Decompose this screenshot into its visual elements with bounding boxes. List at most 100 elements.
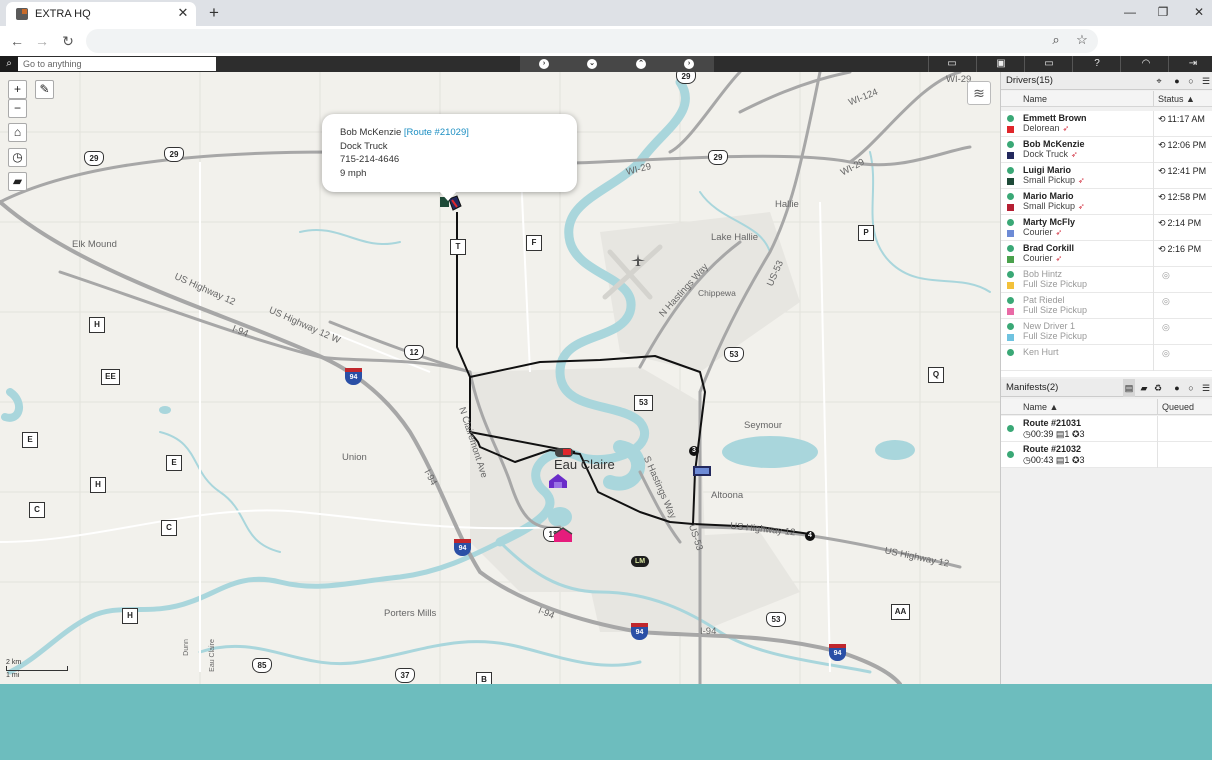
scale-km: 2 km: [6, 659, 22, 666]
zoom-in-button[interactable]: +: [8, 80, 27, 99]
road-shield-e-2: E: [166, 455, 182, 471]
driver-status: ⟲ 2:16 PM: [1153, 241, 1212, 267]
driver-row[interactable]: Emmett Brown Delorean ➶ ⟲ 11:17 AM: [1001, 111, 1212, 137]
back-button[interactable]: ←: [7, 31, 27, 51]
recycle-icon[interactable]: ♻: [1152, 379, 1164, 397]
forward-button[interactable]: →: [32, 31, 52, 51]
driver-vehicle: Full Size Pickup: [1023, 331, 1087, 341]
menu-icon[interactable]: ☰: [1200, 379, 1212, 397]
briefcase-icon[interactable]: ▣: [988, 56, 1014, 72]
label-lake-hallie: Lake Hallie: [711, 232, 758, 243]
new-tab-button[interactable]: +: [204, 3, 224, 23]
layers-icon[interactable]: ≋: [967, 81, 991, 105]
truck-marker-icon[interactable]: [692, 465, 712, 478]
driver-row[interactable]: Bob McKenzie Dock Truck ➶ ⟲ 12:06 PM: [1001, 137, 1212, 163]
truck-filter-icon[interactable]: ▰: [1138, 379, 1150, 397]
edit-pencil-icon[interactable]: ✎: [35, 80, 54, 99]
driver-status: ◎: [1153, 345, 1212, 371]
user-status-icon: ◎: [1162, 322, 1170, 332]
navigation-arrow-icon: ➶: [1071, 150, 1078, 159]
driver-row[interactable]: Mario Mario Small Pickup ➶ ⟲ 12:58 PM: [1001, 189, 1212, 215]
driver-color-swatch: [1007, 204, 1014, 211]
truck-icon[interactable]: ▰: [8, 172, 27, 191]
home-depot-icon[interactable]: ⌂: [8, 123, 27, 142]
go-to-anything-input[interactable]: [18, 57, 216, 71]
dashboard-gauge-icon[interactable]: ◠: [1133, 56, 1159, 72]
clipboard-icon[interactable]: ▤: [1123, 379, 1135, 397]
route-shield-37: 37: [395, 668, 415, 683]
driver-status: ⟲ 11:17 AM: [1153, 111, 1212, 137]
driver-row[interactable]: Luigi Mario Small Pickup ➶ ⟲ 12:41 PM: [1001, 163, 1212, 189]
stop-number-3[interactable]: 3: [689, 446, 699, 456]
chat-icon[interactable]: ▭: [939, 56, 965, 72]
airport-icon: [631, 254, 645, 266]
chevron-down-icon[interactable]: ⌄: [587, 59, 597, 69]
driver-vehicle: Full Size Pickup: [1023, 279, 1087, 289]
label-elk-mound: Elk Mound: [72, 239, 117, 250]
help-icon[interactable]: ?: [1084, 56, 1110, 72]
landmark-marker[interactable]: LM: [631, 556, 649, 567]
reload-button[interactable]: ↻: [58, 31, 78, 51]
interstate-shield-94-center: 94: [631, 623, 648, 640]
zoom-out-button[interactable]: −: [8, 99, 27, 118]
popup-route-link[interactable]: [Route #21029]: [404, 127, 469, 138]
empty-circle-icon[interactable]: ○: [1185, 379, 1197, 397]
minimize-button[interactable]: —: [1117, 3, 1143, 21]
online-status-dot: [1007, 271, 1014, 278]
driver-status: ◎: [1153, 319, 1212, 345]
driver-row[interactable]: Marty McFly Courier ➶ ⟲ 2:14 PM: [1001, 215, 1212, 241]
address-bar[interactable]: [86, 29, 1098, 53]
user-status-icon: ◎: [1162, 348, 1170, 358]
manifests-col-name[interactable]: Name ▲: [1023, 399, 1058, 415]
close-tab-icon[interactable]: ✕: [176, 6, 190, 20]
road-shield-b: B: [476, 672, 492, 684]
driver-row[interactable]: Pat Riedel Full Size Pickup ◎: [1001, 293, 1212, 319]
chevron-up-icon[interactable]: ⌃: [636, 59, 646, 69]
chevron-right-icon[interactable]: ›: [539, 59, 549, 69]
driver-row[interactable]: New Driver 1 Full Size Pickup ◎: [1001, 319, 1212, 345]
driver-name: New Driver 1: [1023, 321, 1076, 331]
driver-status: ⟲ 12:58 PM: [1153, 189, 1212, 215]
map-pin-icon[interactable]: ⌖: [1153, 72, 1165, 90]
stop-number-4[interactable]: 4: [805, 531, 815, 541]
popup-phone[interactable]: 715-214-4646: [340, 153, 577, 167]
clock-icon[interactable]: ◷: [8, 148, 27, 167]
logout-icon[interactable]: ⇥: [1180, 56, 1206, 72]
route-shield-29-east: 29: [708, 150, 728, 165]
drivers-col-name[interactable]: Name: [1023, 91, 1047, 107]
interstate-shield-94-east: 94: [829, 644, 846, 661]
map-view[interactable]: Elk Mound Union Porters Mills Eau Claire…: [0, 72, 1000, 684]
user-status-icon: ◎: [1162, 296, 1170, 306]
bookmark-star-icon[interactable]: ☆: [1072, 30, 1092, 50]
driver-row[interactable]: Ken Hurt ◎: [1001, 345, 1212, 371]
filled-circle-icon[interactable]: ●: [1171, 72, 1183, 90]
manifests-col-queued[interactable]: Queued: [1157, 399, 1212, 415]
online-status-dot: [1007, 193, 1014, 200]
manifest-stops: 1: [1064, 455, 1070, 465]
maximize-button[interactable]: ❐: [1150, 3, 1176, 21]
warehouse-depot-icon[interactable]: [548, 473, 568, 489]
driver-status: ⟲ 12:41 PM: [1153, 163, 1212, 189]
warehouse-pickup-icon[interactable]: [553, 527, 573, 543]
driver-row[interactable]: Brad Corkill Courier ➶ ⟲ 2:16 PM: [1001, 241, 1212, 267]
browser-tab[interactable]: EXTRA HQ ✕: [6, 2, 196, 26]
empty-circle-icon[interactable]: ○: [1185, 72, 1197, 90]
manifest-row[interactable]: Route #21031 ◷00:39 ▤1 ✪3: [1001, 416, 1212, 442]
monitor-icon[interactable]: ▭: [1036, 56, 1062, 72]
manifest-row[interactable]: Route #21032 ◷00:43 ▤1 ✪3: [1001, 442, 1212, 468]
menu-icon[interactable]: ☰: [1200, 72, 1212, 90]
route-shield-29-west: 29: [84, 151, 104, 166]
driver-vehicle-text: Dock Truck: [1023, 149, 1069, 159]
zoom-icon[interactable]: ⌕: [1046, 30, 1066, 50]
view-switch-strip: › ⌄ ⌃ ›: [520, 56, 714, 72]
popup-speed: 9 mph: [340, 167, 367, 179]
drivers-col-status[interactable]: Status ▲: [1153, 91, 1212, 107]
chevron-right-alt-icon[interactable]: ›: [684, 59, 694, 69]
driver-name: Bob Hintz: [1023, 269, 1063, 279]
search-icon[interactable]: ⌕: [0, 56, 18, 72]
interstate-shield-94-west: 94: [345, 368, 362, 385]
close-window-button[interactable]: ✕: [1186, 3, 1212, 21]
driver-row[interactable]: Bob Hintz Full Size Pickup ◎: [1001, 267, 1212, 293]
filled-circle-icon[interactable]: ●: [1171, 379, 1183, 397]
manifest-meta: ◷00:43 ▤1 ✪3: [1023, 455, 1085, 466]
